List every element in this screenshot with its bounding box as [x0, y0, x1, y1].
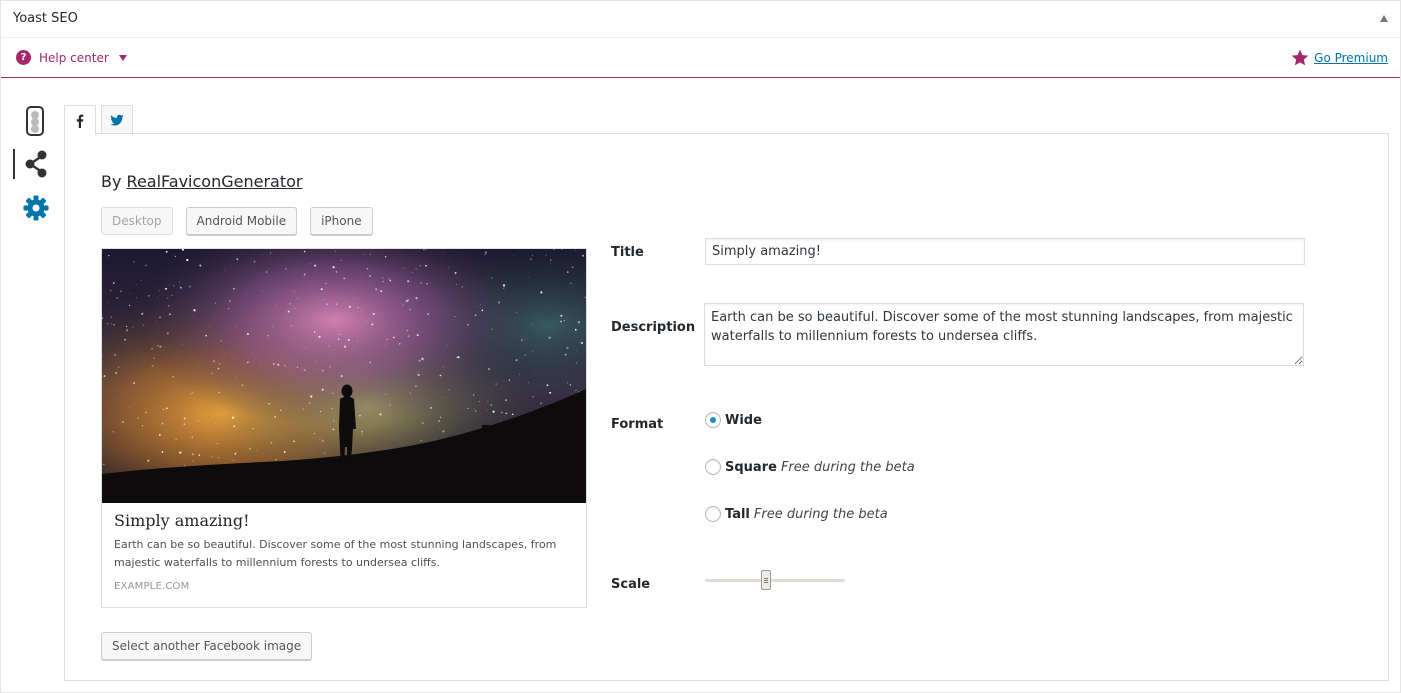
by-prefix: By [101, 172, 122, 191]
share-icon [25, 150, 47, 178]
scale-slider-track [705, 579, 845, 582]
author-link[interactable]: RealFaviconGenerator [127, 172, 303, 191]
help-bar: ? Help center Go Premium [1, 38, 1400, 78]
facebook-preview-card: Simply amazing! Earth can be so beautifu… [101, 248, 587, 608]
go-premium-link[interactable]: Go Premium [1290, 48, 1388, 68]
format-option-tall[interactable]: Tall Free during the beta [705, 506, 888, 522]
metabox-header: Yoast SEO [1, 1, 1400, 38]
preview-author-line: By RealFaviconGenerator [101, 172, 302, 191]
description-textarea[interactable]: Earth can be so beautiful. Discover some… [704, 303, 1304, 366]
device-button-iphone[interactable]: iPhone [310, 207, 373, 235]
format-option-square[interactable]: Square Free during the beta [705, 459, 915, 475]
preview-description: Earth can be so beautiful. Discover some… [114, 538, 557, 569]
title-label: Title [611, 245, 644, 260]
social-preview-panel: By RealFaviconGenerator Desktop Android … [64, 133, 1389, 681]
question-mark-icon: ? [16, 50, 31, 65]
twitter-icon [110, 114, 124, 126]
gear-icon [23, 195, 49, 221]
scale-slider-handle[interactable] [761, 570, 771, 590]
go-premium-label: Go Premium [1314, 51, 1388, 65]
select-facebook-image-button[interactable]: Select another Facebook image [101, 632, 313, 660]
caret-down-icon [118, 54, 127, 61]
yoast-seo-metabox: Yoast SEO ? Help center Go Premium By Re… [0, 0, 1401, 693]
format-option-wide[interactable]: Wide [705, 412, 766, 428]
facebook-preview-text: Simply amazing! Earth can be so beautifu… [114, 511, 574, 592]
nav-item-social[interactable] [13, 149, 53, 195]
format-tall-label: Tall [725, 506, 750, 522]
tab-twitter[interactable] [101, 105, 133, 134]
help-center-toggle[interactable]: ? Help center [16, 50, 127, 65]
device-button-android[interactable]: Android Mobile [185, 207, 298, 235]
radio-tall[interactable] [705, 506, 721, 522]
preview-domain: EXAMPLE.COM [114, 581, 190, 592]
device-button-desktop[interactable]: Desktop [101, 207, 173, 235]
description-label: Description [611, 320, 696, 335]
nav-item-advanced-settings[interactable] [13, 195, 53, 241]
side-navigation [13, 103, 53, 241]
help-center-label: Help center [39, 50, 109, 65]
radio-wide[interactable] [705, 412, 721, 428]
collapse-toggle-icon[interactable] [1380, 15, 1388, 22]
format-square-note: Free during the beta [780, 459, 915, 475]
scale-label: Scale [611, 577, 651, 592]
device-switcher: Desktop Android Mobile iPhone [101, 207, 386, 235]
night-sky-image [102, 249, 586, 503]
scale-slider[interactable] [705, 570, 845, 590]
radio-square[interactable] [705, 459, 721, 475]
facebook-preview-image[interactable] [102, 249, 586, 503]
facebook-icon [76, 114, 84, 128]
format-wide-label: Wide [725, 412, 762, 428]
title-input[interactable] [705, 238, 1305, 265]
traffic-light-icon [26, 106, 44, 136]
format-label: Format [611, 417, 664, 432]
preview-title: Simply amazing! [114, 511, 250, 530]
star-icon [1291, 49, 1309, 66]
nav-item-readability[interactable] [13, 103, 53, 149]
format-tall-note: Free during the beta [753, 506, 888, 522]
metabox-title: Yoast SEO [13, 11, 78, 26]
social-tabs [64, 105, 138, 135]
social-settings-form: Title Description Earth can be so beauti… [611, 134, 1351, 682]
format-square-label: Square [725, 459, 777, 475]
tab-facebook[interactable] [64, 105, 96, 135]
